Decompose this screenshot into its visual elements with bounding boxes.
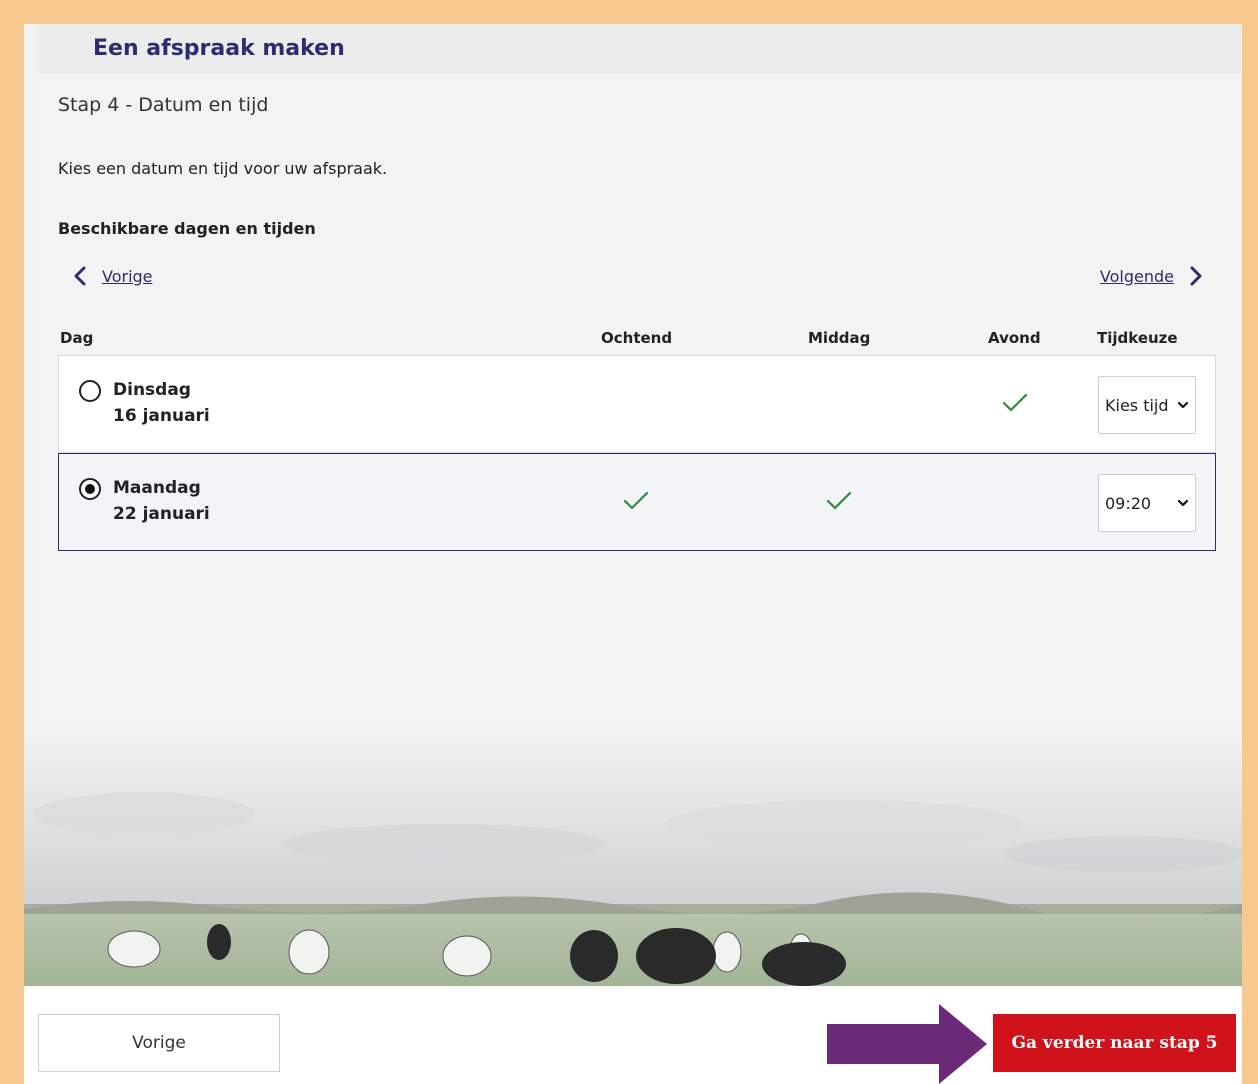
page-title: Een afspraak maken [93,36,345,61]
column-header-day: Dag [60,329,94,347]
day-radio[interactable] [79,380,101,402]
footer-bar: Vorige Ga verder naar stap 5 [24,986,1242,1084]
day-name: Dinsdag [113,380,191,400]
next-week-label[interactable]: Volgende [1100,267,1174,286]
day-name: Maandag [113,478,201,498]
chevron-down-icon [1177,401,1189,409]
chevron-down-icon [1177,499,1189,507]
appointment-panel: Een afspraak maken Stap 4 - Datum en tij… [24,24,1242,1084]
previous-week-link[interactable]: Vorige [72,266,153,286]
radio-dot [85,484,95,494]
column-header-time: Tijdkeuze [1097,329,1178,347]
chevron-left-icon [74,266,86,286]
column-header-evening: Avond [988,329,1041,347]
annotation-arrow-icon [827,1004,987,1084]
morning-available-check-icon [623,491,649,510]
time-select[interactable]: 09:20 [1098,474,1196,532]
step-title: Stap 4 - Datum en tijd [58,94,269,116]
column-header-morning: Ochtend [601,329,673,347]
evening-available-check-icon [1002,393,1028,412]
previous-week-label[interactable]: Vorige [102,267,153,286]
back-button[interactable]: Vorige [38,1014,280,1072]
section-heading: Beschikbare dagen en tijden [58,219,316,238]
day-date: 16 januari [113,406,210,426]
afternoon-available-check-icon [826,491,852,510]
intro-text: Kies een datum en tijd voor uw afspraak. [58,159,388,178]
time-select[interactable]: Kies tijd [1098,376,1196,434]
landscape-background-image [24,724,1242,986]
next-week-link[interactable]: Volgende [1100,266,1204,286]
continue-button[interactable]: Ga verder naar stap 5 [993,1014,1236,1072]
chevron-right-icon [1190,266,1202,286]
time-select-value: Kies tijd [1105,395,1169,415]
day-radio-selected[interactable] [79,478,101,500]
content-area: Een afspraak maken Stap 4 - Datum en tij… [24,24,1242,986]
table-row[interactable]: Dinsdag 16 januari Kies tijd [58,355,1216,453]
day-date: 22 januari [113,504,210,524]
table-row[interactable]: Maandag 22 januari 09:20 [58,453,1216,551]
column-header-afternoon: Middag [808,329,871,347]
time-select-value: 09:20 [1105,493,1152,513]
header-bar: Een afspraak maken [39,24,1242,74]
